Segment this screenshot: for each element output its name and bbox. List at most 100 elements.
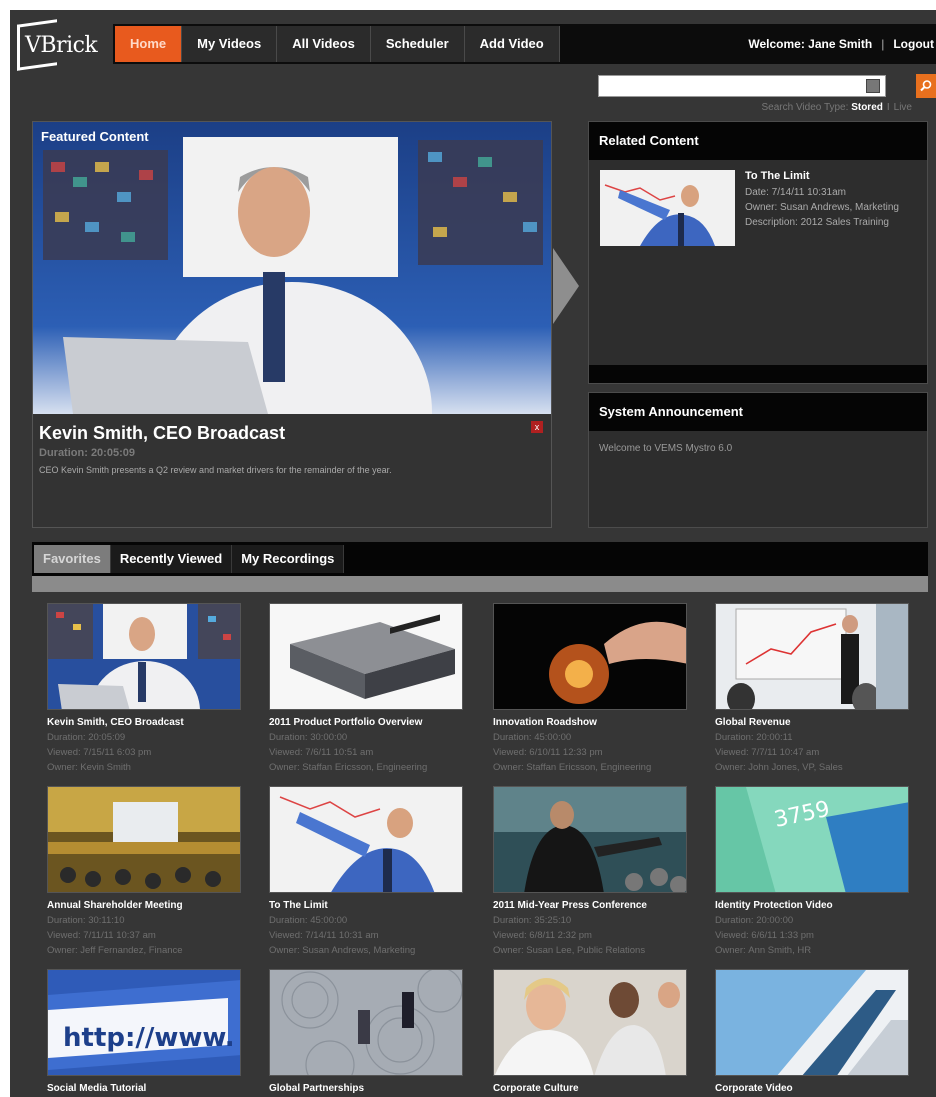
video-owner: Owner: John Jones, VP, Sales <box>715 762 915 773</box>
tab-my-recordings[interactable]: My Recordings <box>232 545 345 573</box>
video-thumbnail[interactable]: 3759 <box>715 786 909 893</box>
video-title[interactable]: 2011 Product Portfolio Overview <box>269 717 469 728</box>
duration-value: 20:00:11 <box>756 732 793 743</box>
duration-label: Duration: <box>47 732 86 743</box>
video-viewed: Viewed: 6/10/11 12:33 pm <box>493 747 693 758</box>
video-card[interactable]: To The Limit Duration: 45:00:00 Viewed: … <box>269 786 469 956</box>
video-viewed: Viewed: 6/8/11 2:32 pm <box>493 930 693 941</box>
viewed-value: 6/6/11 1:33 pm <box>751 930 814 941</box>
viewed-label: Viewed: <box>493 747 527 758</box>
nav-tab-home[interactable]: Home <box>115 26 183 62</box>
related-date: Date: 7/14/11 10:31am <box>745 187 846 198</box>
system-announcement-panel: System Announcement Welcome to VEMS Myst… <box>588 392 928 528</box>
video-card[interactable]: 2011 Product Portfolio Overview Duration… <box>269 603 469 773</box>
duration-value: 30:11:10 <box>88 915 125 926</box>
related-video-thumbnail[interactable] <box>600 170 735 246</box>
viewed-value: 6/10/11 12:33 pm <box>529 747 603 758</box>
duration-value: 20:00:00 <box>756 915 794 926</box>
top-navbar: Home My Videos All Videos Scheduler Add … <box>113 24 936 64</box>
video-card[interactable]: 3759 Identity Protection Video Duration:… <box>715 786 915 956</box>
viewed-value: 7/6/11 10:51 am <box>305 747 374 758</box>
video-card[interactable]: Kevin Smith, CEO Broadcast Duration: 20:… <box>47 603 247 773</box>
video-title[interactable]: Kevin Smith, CEO Broadcast <box>47 717 247 728</box>
next-arrow-icon[interactable] <box>553 248 579 324</box>
video-thumbnail[interactable] <box>269 786 463 893</box>
video-thumbnail[interactable] <box>269 969 463 1076</box>
owner-value: Ann Smith, HR <box>748 945 812 956</box>
duration-value: 30:00:00 <box>310 732 348 743</box>
video-thumbnail[interactable] <box>269 603 463 710</box>
video-owner: Owner: Susan Lee, Public Relations <box>493 945 693 956</box>
video-duration: Duration: 20:00:00 <box>715 915 915 926</box>
video-card[interactable]: Innovation Roadshow Duration: 45:00:00 V… <box>493 603 693 773</box>
search-options-icon[interactable] <box>866 79 880 93</box>
video-card[interactable]: http://www. Social Media Tutorial <box>47 969 247 1094</box>
video-owner: Owner: Jeff Fernandez, Finance <box>47 945 247 956</box>
nav-tab-add-video[interactable]: Add Video <box>464 26 560 62</box>
video-title[interactable]: To The Limit <box>269 900 469 911</box>
url-text: http://www. <box>63 1023 235 1053</box>
system-announcement-heading: System Announcement <box>589 393 927 431</box>
owner-label: Owner: <box>47 762 78 773</box>
search-type-separator: I <box>886 102 890 113</box>
close-icon[interactable]: x <box>531 421 543 433</box>
video-title[interactable]: Social Media Tutorial <box>47 1083 247 1094</box>
nav-tab-all-videos[interactable]: All Videos <box>277 26 371 62</box>
vbrick-logo[interactable]: VBrick <box>17 19 98 71</box>
video-title[interactable]: Identity Protection Video <box>715 900 915 911</box>
nav-tab-my-videos[interactable]: My Videos <box>182 26 278 62</box>
owner-label: Owner: <box>493 945 524 956</box>
related-title[interactable]: To The Limit <box>745 170 915 183</box>
video-card[interactable]: Annual Shareholder Meeting Duration: 30:… <box>47 786 247 956</box>
video-card[interactable]: Global Partnerships <box>269 969 469 1094</box>
video-title[interactable]: Corporate Culture <box>493 1083 693 1094</box>
owner-value: John Jones, VP, Sales <box>748 762 843 773</box>
duration-value: 20:05:09 <box>88 732 126 743</box>
video-thumbnail[interactable] <box>715 969 909 1076</box>
tab-favorites[interactable]: Favorites <box>34 545 111 573</box>
viewed-label: Viewed: <box>493 930 527 941</box>
search-type-stored[interactable]: Stored <box>851 102 883 113</box>
video-duration: Duration: 45:00:00 <box>269 915 469 926</box>
video-owner: Owner: Staffan Ericsson, Engineering <box>493 762 693 773</box>
video-thumbnail[interactable] <box>47 603 241 710</box>
duration-value: 45:00:00 <box>310 915 348 926</box>
video-owner: Owner: Kevin Smith <box>47 762 247 773</box>
video-thumbnail[interactable]: http://www. <box>47 969 241 1076</box>
video-owner: Owner: Staffan Ericsson, Engineering <box>269 762 469 773</box>
video-viewed: Viewed: 7/6/11 10:51 am <box>269 747 469 758</box>
video-card[interactable]: 2011 Mid-Year Press Conference Duration:… <box>493 786 693 956</box>
video-duration: Duration: 45:00:00 <box>493 732 693 743</box>
search-type-live[interactable]: Live <box>894 102 912 113</box>
related-video-info: To The Limit Date: 7/14/11 10:31am Owner… <box>745 170 915 231</box>
video-thumbnail[interactable] <box>715 603 909 710</box>
video-card[interactable]: Global Revenue Duration: 20:00:11 Viewed… <box>715 603 915 773</box>
nav-tab-scheduler[interactable]: Scheduler <box>370 26 465 62</box>
nav-separator: | <box>881 37 885 51</box>
video-title[interactable]: Innovation Roadshow <box>493 717 693 728</box>
video-thumbnail[interactable] <box>493 969 687 1076</box>
video-title[interactable]: Global Partnerships <box>269 1083 469 1094</box>
video-title[interactable]: Global Revenue <box>715 717 915 728</box>
search-input[interactable] <box>598 75 886 97</box>
user-area: Welcome: Jane Smith | Logout <box>748 24 936 64</box>
duration-label: Duration: <box>715 732 754 743</box>
video-title[interactable]: Annual Shareholder Meeting <box>47 900 247 911</box>
video-thumbnail[interactable] <box>493 786 687 893</box>
logout-link[interactable]: Logout <box>893 37 934 51</box>
featured-video-image[interactable]: Featured Content <box>33 122 551 414</box>
duration-label: Duration: <box>269 915 308 926</box>
video-title[interactable]: 2011 Mid-Year Press Conference <box>493 900 693 911</box>
search-button[interactable] <box>916 74 936 98</box>
owner-value: Staffan Ericsson, Engineering <box>302 762 428 773</box>
video-card[interactable]: Corporate Video <box>715 969 915 1094</box>
video-duration: Duration: 30:11:10 <box>47 915 247 926</box>
video-thumbnail[interactable] <box>493 603 687 710</box>
related-owner: Owner: Susan Andrews, Marketing <box>745 202 899 213</box>
owner-value: Susan Lee, Public Relations <box>526 945 646 956</box>
video-thumbnail[interactable] <box>47 786 241 893</box>
video-title[interactable]: Corporate Video <box>715 1083 915 1094</box>
tab-recently-viewed[interactable]: Recently Viewed <box>110 545 233 573</box>
video-card[interactable]: Corporate Culture <box>493 969 693 1094</box>
viewed-value: 7/15/11 6:03 pm <box>83 747 152 758</box>
